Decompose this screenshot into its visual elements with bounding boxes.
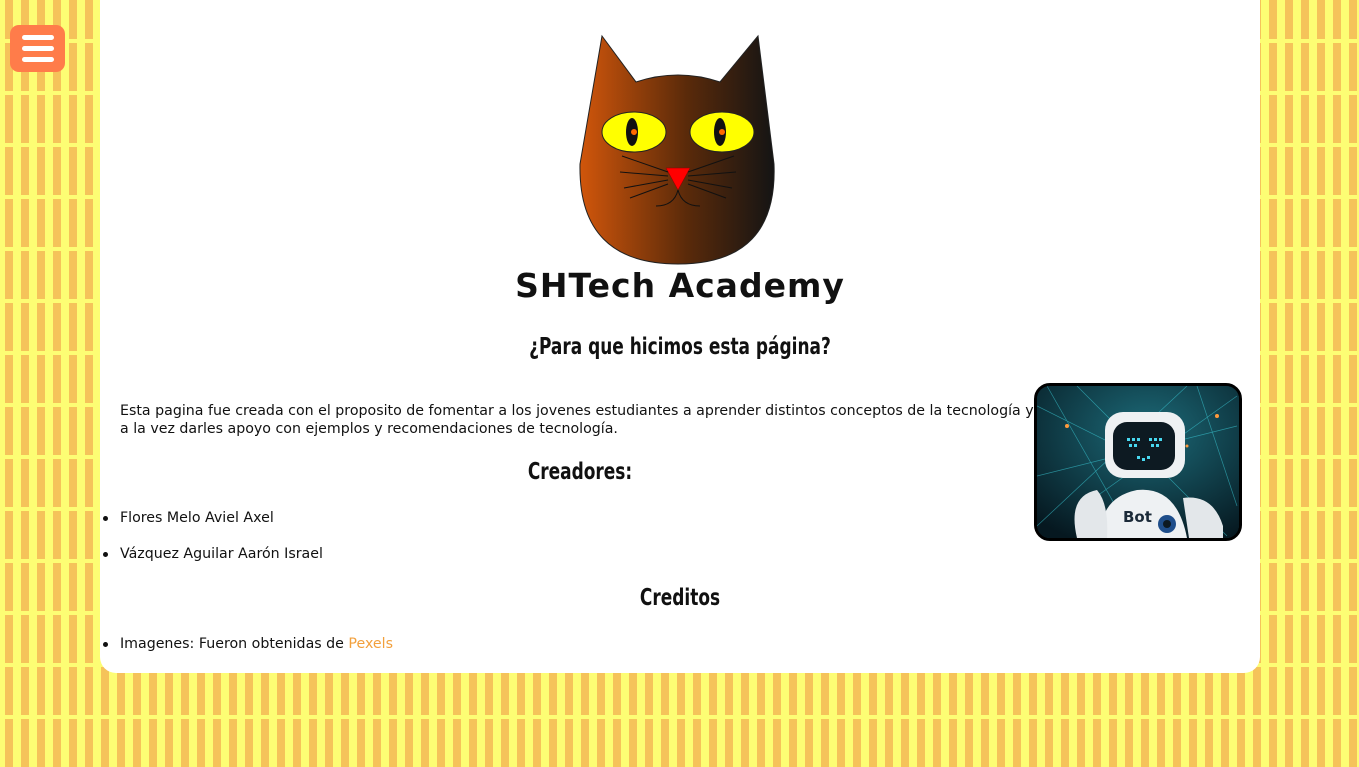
pexels-link[interactable]: Pexels (348, 636, 393, 652)
credit-text: Fueron obtenidas de (198, 636, 344, 652)
credit-label: Imagenes: (120, 636, 195, 652)
creator-item: Vázquez Aguilar Aarón Israel (103, 546, 323, 562)
robot-label: Bot (1123, 508, 1152, 526)
menu-bar (21, 57, 54, 62)
creators-list: Flores Melo Aviel Axel Vázquez Aguilar A… (103, 509, 323, 563)
menu-button[interactable] (10, 25, 65, 72)
creator-item: Flores Melo Aviel Axel (103, 509, 323, 527)
menu-bar (21, 35, 54, 40)
site-title: SHTech Academy (515, 266, 845, 305)
robot-photo-icon: Bot (1034, 383, 1242, 541)
about-heading: ¿Para que hicimos esta página? (529, 334, 831, 360)
cat-face-logo-icon (579, 34, 775, 265)
credits-heading: Creditos (639, 585, 721, 611)
main-card: SHTech Academy ¿Para que hicimos esta pá… (100, 0, 1260, 673)
credits-list: Imagenes: Fueron obtenidas de Pexels (103, 635, 393, 653)
creators-heading: Creadores: (527, 459, 633, 485)
credit-item: Imagenes: Fueron obtenidas de Pexels (103, 635, 393, 653)
menu-bar (21, 46, 54, 51)
about-paragraph: Esta pagina fue creada con el proposito … (120, 403, 1034, 437)
